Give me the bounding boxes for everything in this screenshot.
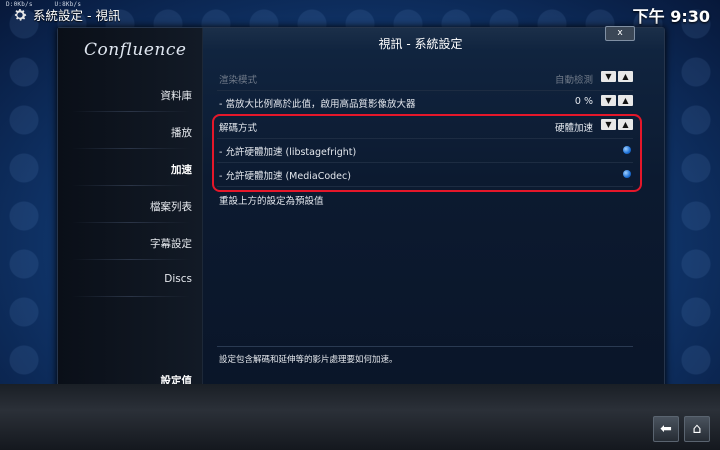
sidebar-item-playback[interactable]: 播放 xyxy=(171,125,192,140)
sidebar-divider xyxy=(72,185,190,186)
sidebar: Confluence 資料庫 播放 加速 檔案列表 字幕設定 Discs 設定值… xyxy=(58,28,203,412)
spinner-down-icon[interactable]: ▼ xyxy=(601,71,616,82)
bottom-bar xyxy=(0,384,720,450)
clock: 下午 9:30 xyxy=(632,7,710,26)
sidebar-item-subtitles[interactable]: 字幕設定 xyxy=(150,236,192,251)
sidebar-divider xyxy=(72,148,190,149)
top-bar: D:0Kb/s U:8Kb/s 系統設定 - 視訊 下午 9:30 xyxy=(0,0,720,26)
setting-description: 設定包含解碼和延伸等的影片處理要如何加速。 xyxy=(219,355,398,365)
value-spinner: ▼ ▲ xyxy=(601,95,633,106)
dialog-title: 視訊 - 系統設定 xyxy=(378,37,463,51)
sidebar-item-library[interactable]: 資料庫 xyxy=(161,88,193,103)
window-title: 系統設定 - 視訊 xyxy=(12,5,120,24)
setting-render-method[interactable]: 渲染模式 自動檢測 ▼ ▲ xyxy=(217,66,633,90)
spinner-up-icon[interactable]: ▲ xyxy=(618,71,633,82)
setting-value: 自動檢測 xyxy=(554,75,593,86)
sidebar-divider xyxy=(72,296,190,297)
sidebar-item-file-lists[interactable]: 檔案列表 xyxy=(150,199,192,214)
close-button[interactable]: x xyxy=(605,26,635,41)
sidebar-divider xyxy=(72,222,190,223)
home-button[interactable]: ⌂ xyxy=(684,416,710,442)
sidebar-item-discs[interactable]: Discs xyxy=(164,273,192,285)
highlight-outline xyxy=(212,114,642,192)
setting-label: - 當放大比例高於此值，啟用高品質影像放大器 xyxy=(219,99,416,110)
setting-label: 重設上方的設定為預設值 xyxy=(219,196,324,207)
spinner-down-icon[interactable]: ▼ xyxy=(601,95,616,106)
spinner-up-icon[interactable]: ▲ xyxy=(618,95,633,106)
description-divider xyxy=(217,346,633,347)
sidebar-divider xyxy=(72,259,190,260)
value-spinner: ▼ ▲ xyxy=(601,71,633,82)
settings-panel: 視訊 - 系統設定 x 渲染模式 自動檢測 ▼ ▲ - 當放大比例高於此值，啟用… xyxy=(203,26,664,412)
settings-dialog: Confluence 資料庫 播放 加速 檔案列表 字幕設定 Discs 設定值… xyxy=(57,26,665,413)
back-arrow-icon: ⬅ xyxy=(660,421,672,437)
sidebar-item-acceleration[interactable]: 加速 xyxy=(171,162,192,177)
setting-value: 0 % xyxy=(574,96,593,107)
sidebar-divider xyxy=(72,111,190,112)
setting-upscale-threshold[interactable]: - 當放大比例高於此值，啟用高品質影像放大器 0 % ▼ ▲ xyxy=(217,90,633,114)
confluence-logo: Confluence xyxy=(84,40,187,60)
gear-icon xyxy=(14,8,27,21)
app-title: 系統設定 - 視訊 xyxy=(33,8,121,23)
home-icon: ⌂ xyxy=(692,421,702,437)
setting-label: 渲染模式 xyxy=(219,75,258,86)
back-button[interactable]: ⬅ xyxy=(653,416,679,442)
